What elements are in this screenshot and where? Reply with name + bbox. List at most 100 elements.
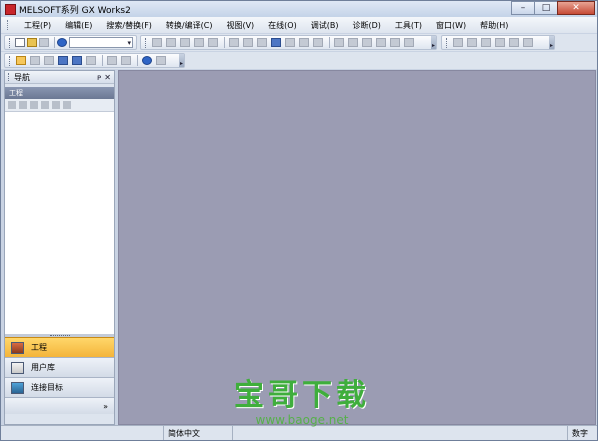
navigation-title-bar: 导航 ᴘ ✕ — [5, 71, 114, 84]
watch-window-icon[interactable] — [85, 55, 97, 67]
connection-window-icon[interactable] — [106, 55, 118, 67]
maximize-button[interactable]: □ — [534, 1, 558, 15]
paste-data-icon[interactable] — [41, 101, 49, 109]
toolbar-grip[interactable] — [9, 37, 12, 48]
menu-window[interactable]: 窗口(W) — [429, 20, 473, 31]
delete-row-icon[interactable] — [466, 37, 478, 49]
device-list-icon[interactable] — [71, 55, 83, 67]
pin-icon[interactable]: ᴘ — [97, 73, 101, 82]
find-icon[interactable] — [155, 55, 167, 67]
verify-icon[interactable] — [312, 37, 324, 49]
nav-connection-button[interactable]: 连接目标 — [5, 377, 114, 397]
menu-grip[interactable] — [7, 20, 11, 30]
copy-data-icon[interactable] — [30, 101, 38, 109]
delete-column-icon[interactable] — [494, 37, 506, 49]
menu-edit[interactable]: 编辑(E) — [58, 20, 99, 31]
view-toolbar: ▸ — [4, 53, 185, 68]
toolbar-combo[interactable]: ▾ — [69, 37, 133, 48]
simulation-icon[interactable] — [389, 37, 401, 49]
menu-compile[interactable]: 转换/编译(C) — [159, 20, 220, 31]
help-icon[interactable] — [57, 37, 68, 49]
redo-icon[interactable] — [207, 37, 219, 49]
line-erase-icon[interactable] — [522, 37, 534, 49]
nav-library-button[interactable]: 用户库 — [5, 357, 114, 377]
menu-debug[interactable]: 调试(B) — [304, 20, 346, 31]
toolbar-separator — [53, 37, 55, 48]
open-folder-icon[interactable] — [26, 37, 37, 49]
project-icon — [11, 341, 24, 354]
app-window: MELSOFT系列 GX Works2 – □ ✕ 工程(P) 编辑(E) 搜索… — [0, 0, 598, 441]
sort-icon[interactable] — [63, 101, 71, 109]
nav-library-label: 用户库 — [31, 363, 55, 372]
watermark-title: 宝哥下载 — [234, 378, 370, 413]
toolbar-overflow[interactable]: ▸ — [431, 36, 436, 49]
nav-project-label: 工程 — [31, 343, 47, 352]
close-button[interactable]: ✕ — [557, 1, 595, 15]
parts-selection-icon[interactable] — [29, 55, 41, 67]
line-draw-icon[interactable] — [508, 37, 520, 49]
ladder-contact-icon[interactable] — [228, 37, 240, 49]
undo-icon[interactable] — [193, 37, 205, 49]
menu-find-replace[interactable]: 搜索/替换(F) — [99, 20, 159, 31]
standard-toolbar: ▾ — [4, 35, 137, 50]
device-icon[interactable] — [375, 37, 387, 49]
toolbar-separator — [137, 55, 138, 66]
toolbar-overflow[interactable]: ▸ — [179, 54, 184, 67]
toolbar-row-2: ▸ — [1, 52, 597, 69]
toolbar-grip[interactable] — [446, 37, 449, 48]
nav-more-button[interactable]: » — [5, 397, 114, 414]
menu-project[interactable]: 工程(P) — [17, 20, 58, 31]
menu-help[interactable]: 帮助(H) — [473, 20, 515, 31]
stop-monitor-icon[interactable] — [347, 37, 359, 49]
paste-icon[interactable] — [179, 37, 191, 49]
close-icon[interactable]: ✕ — [104, 73, 111, 82]
start-monitor-icon[interactable] — [333, 37, 345, 49]
panel-grip[interactable] — [8, 73, 11, 81]
project-section-header: 工程 — [5, 87, 114, 99]
ladder-function-icon[interactable] — [256, 37, 268, 49]
menu-tools[interactable]: 工具(T) — [388, 20, 429, 31]
navigation-window-icon[interactable] — [15, 55, 27, 67]
ladder-coil-icon[interactable] — [242, 37, 254, 49]
window-title: MELSOFT系列 GX Works2 — [19, 5, 131, 16]
write-plc-icon[interactable] — [298, 37, 310, 49]
navigation-mini-toolbar — [5, 99, 114, 112]
info-icon[interactable] — [141, 55, 153, 67]
cut-icon[interactable] — [151, 37, 163, 49]
property-icon[interactable] — [52, 101, 60, 109]
library-icon — [11, 361, 24, 374]
nav-connection-label: 连接目标 — [31, 383, 63, 392]
menu-diagnostics[interactable]: 诊断(D) — [345, 20, 387, 31]
connection-icon — [11, 381, 24, 394]
save-icon[interactable] — [38, 37, 49, 49]
watch-icon[interactable] — [361, 37, 373, 49]
minimize-button[interactable]: – — [511, 1, 535, 15]
ladder-toolbar: ▸ — [441, 35, 555, 50]
toolbar-grip[interactable] — [145, 37, 148, 48]
toolbar-overflow[interactable]: ▸ — [549, 36, 554, 49]
cross-reference-icon[interactable] — [57, 55, 69, 67]
toolbar-separator — [329, 37, 330, 48]
nav-project-button[interactable]: 工程 — [5, 337, 114, 357]
navigation-title: 导航 — [14, 72, 30, 82]
read-plc-icon[interactable] — [284, 37, 296, 49]
insert-row-icon[interactable] — [452, 37, 464, 49]
insert-column-icon[interactable] — [480, 37, 492, 49]
toolbar-grip[interactable] — [9, 55, 12, 66]
new-data-icon[interactable] — [8, 101, 16, 109]
menu-bar: 工程(P) 编辑(E) 搜索/替换(F) 转换/编译(C) 视图(V) 在线(O… — [1, 17, 597, 33]
menu-online[interactable]: 在线(O) — [261, 20, 304, 31]
menu-view[interactable]: 视图(V) — [219, 20, 261, 31]
new-file-icon[interactable] — [14, 37, 25, 49]
workspace-area[interactable] — [118, 70, 596, 425]
copy-icon[interactable] — [165, 37, 177, 49]
search-device-icon[interactable] — [120, 55, 132, 67]
chevron-down-icon[interactable]: ▾ — [127, 38, 131, 48]
debug-icon[interactable] — [403, 37, 415, 49]
toolbar-row-1: ▾ ▸ ▸ — [1, 34, 597, 51]
output-window-icon[interactable] — [43, 55, 55, 67]
project-tree[interactable] — [5, 112, 114, 334]
monitor-icon[interactable] — [270, 37, 282, 49]
delete-data-icon[interactable] — [19, 101, 27, 109]
status-num: 数字 — [567, 426, 597, 440]
